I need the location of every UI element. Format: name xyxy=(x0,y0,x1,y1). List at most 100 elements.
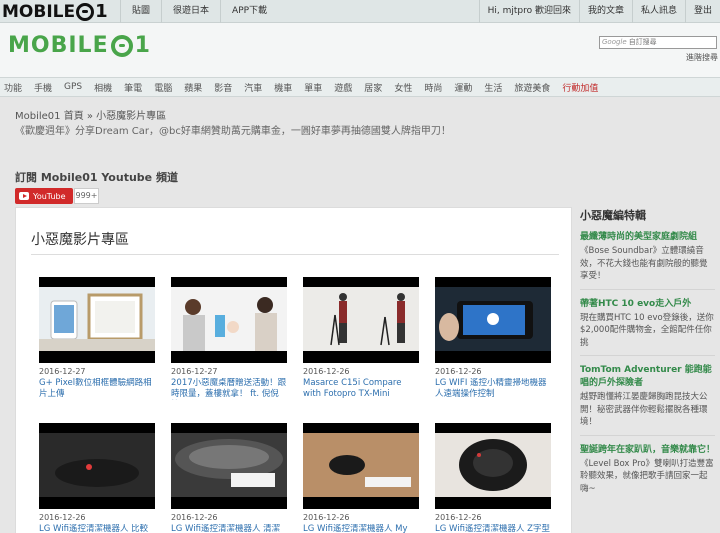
video-thumbnail[interactable] xyxy=(303,277,419,363)
video-thumbnail[interactable] xyxy=(435,423,551,509)
video-title[interactable]: LG Wifi遙控清潔機器人 比較不 xyxy=(39,524,155,533)
robot-vacuum-floor-thumbnail xyxy=(303,433,419,497)
top-nav-photos[interactable]: 貼圖 xyxy=(120,0,161,23)
user-greeting[interactable]: Hi, mjtpro 歡迎回來 xyxy=(478,0,579,23)
cat-av[interactable]: 影音 xyxy=(214,81,232,94)
video-card[interactable]: 2016-12-26 LG Wifi遙控清潔機器人 比較不 xyxy=(39,423,155,533)
feature-description: 《Level Box Pro》雙喇叭打造豐富聆聽效果，就像把歌手請回家一起嗨~ xyxy=(580,458,714,494)
search-input[interactable]: Google 自訂搜尋 xyxy=(599,36,717,49)
logo-one: 1 xyxy=(134,33,151,58)
video-date: 2016-12-26 xyxy=(435,367,482,376)
youtube-subscribe-title: 訂閱 Mobile01 Youtube 頻道 xyxy=(15,171,178,184)
video-title[interactable]: G+ Pixel數位相框體驗網路相片上傳 xyxy=(39,378,155,400)
youtube-play-icon xyxy=(19,192,29,200)
youtube-subscribe-button[interactable]: YouTube xyxy=(15,188,73,204)
video-card[interactable]: 2016-12-27 G+ Pixel數位相框體驗網路相片上傳 xyxy=(39,277,155,400)
sidebar-feature-item[interactable]: TomTom Adventurer 能跑能唱的戶外探險者 越野跑懂將江晏慶歸胸跑… xyxy=(580,364,715,436)
cat-women[interactable]: 女性 xyxy=(394,81,412,94)
feature-headline[interactable]: 最纖薄時尚的美型家庭劇院組 xyxy=(580,231,715,244)
video-title[interactable]: Masarce C15i Compare with Fotopro TX-Min… xyxy=(303,378,419,400)
video-card[interactable]: 2016-12-26 LG Wifi遙控清潔機器人 Z字型 xyxy=(435,423,551,533)
models-thumbnail xyxy=(171,287,287,351)
cat-travel-food[interactable]: 旅遊美食 xyxy=(514,81,550,94)
cat-life[interactable]: 生活 xyxy=(484,81,502,94)
cat-fashion[interactable]: 時尚 xyxy=(424,81,442,94)
cat-bikes[interactable]: 單車 xyxy=(304,81,322,94)
video-thumbnail[interactable] xyxy=(39,423,155,509)
video-date: 2016-12-26 xyxy=(303,367,350,376)
logout-link[interactable]: 登出 xyxy=(684,0,720,23)
sidebar-feature-item[interactable]: 最纖薄時尚的美型家庭劇院組 《Bose Soundbar》立體環繞音效，不花大錢… xyxy=(580,231,715,290)
google-brand: Google xyxy=(602,38,627,46)
sidebar-divider xyxy=(580,434,715,436)
top-nav-japan[interactable]: 很遊日本 xyxy=(161,0,220,23)
sidebar-feature-item[interactable]: 聖誕跨年在家趴趴，音樂就靠它！ 《Level Box Pro》雙喇叭打造豐富聆聽… xyxy=(580,444,715,496)
video-card[interactable]: 2016-12-26 LG Wifi遙控清潔機器人 清潔沙 xyxy=(171,423,287,533)
promo-announcement[interactable]: 《歡慶週年》分享Dream Car，@bc好車網贊助萬元購車金，一圓好車夢再抽德… xyxy=(15,125,475,139)
mini-logo-text: MOBILE xyxy=(2,1,76,22)
sidebar-divider xyxy=(580,355,715,356)
cat-laptops[interactable]: 筆電 xyxy=(124,81,142,94)
cat-sports[interactable]: 運動 xyxy=(454,81,472,94)
cat-computers[interactable]: 電腦 xyxy=(154,81,172,94)
video-thumbnail[interactable] xyxy=(171,423,287,509)
cat-gps[interactable]: GPS xyxy=(64,82,82,92)
top-bar: MOBILE 1 貼圖 很遊日本 APP下載 Hi, mjtpro 歡迎回來 我的… xyxy=(0,0,720,23)
robot-vacuum-dark-thumbnail xyxy=(39,433,155,497)
cat-cameras[interactable]: 相機 xyxy=(94,81,112,94)
feature-description: 《Bose Soundbar》立體環繞音效，不花大錢也能有劇院般的聽覺享受！ xyxy=(580,246,708,281)
video-card[interactable]: 2016-12-26 LG Wifi遙控清潔機器人 My xyxy=(303,423,419,533)
mini-logo-one: 1 xyxy=(95,1,108,22)
video-date: 2016-12-26 xyxy=(303,513,350,522)
cat-home[interactable]: 居家 xyxy=(364,81,382,94)
video-date: 2016-12-26 xyxy=(435,513,482,522)
site-header: MOBILE 1 Google 自訂搜尋 進階搜尋 xyxy=(0,23,720,77)
phone-app-thumbnail xyxy=(435,287,551,351)
my-posts-link[interactable]: 我的文章 xyxy=(578,0,632,23)
video-thumbnail[interactable] xyxy=(435,277,551,363)
robot-vacuum-top-thumbnail xyxy=(435,433,551,497)
video-title[interactable]: LG Wifi遙控清潔機器人 My xyxy=(303,524,419,533)
video-card[interactable]: 2016-12-27 2017小惡魔桌曆贈送活動！跟時限量，蓋樓就拿！ ft. … xyxy=(171,277,287,400)
cat-games[interactable]: 遊戲 xyxy=(334,81,352,94)
logo-zero-icon xyxy=(110,34,133,57)
cat-phones[interactable]: 手機 xyxy=(34,81,52,94)
advanced-search-link[interactable]: 進階搜尋 xyxy=(686,52,718,63)
video-card[interactable]: 2016-12-26 LG WIFI 遙控小精靈掃地機器人遠端操作控制 xyxy=(435,277,551,400)
mobile01-logo[interactable]: MOBILE 1 xyxy=(8,33,151,58)
cat-features[interactable]: 功能 xyxy=(4,81,22,94)
video-title[interactable]: LG Wifi遙控清潔機器人 Z字型 xyxy=(435,524,551,533)
video-title[interactable]: 2017小惡魔桌曆贈送活動！跟時限量，蓋樓就拿！ ft. 倪倪怡君 xyxy=(171,378,287,400)
sidebar-title: 小惡魔編特輯 xyxy=(580,209,646,222)
search-placeholder: 自訂搜尋 xyxy=(628,38,657,46)
video-title[interactable]: LG WIFI 遙控小精靈掃地機器人遠端操作控制 xyxy=(435,378,551,400)
cat-motorcycles[interactable]: 機車 xyxy=(274,81,292,94)
youtube-subscriber-count: 999+ xyxy=(74,188,99,204)
feature-headline[interactable]: TomTom Adventurer 能跑能唱的戶外探險者 xyxy=(580,364,715,390)
top-nav-left: 貼圖 很遊日本 APP下載 xyxy=(120,0,278,23)
top-nav-right: Hi, mjtpro 歡迎回來 我的文章 私人訊息 登出 xyxy=(478,0,720,23)
private-messages-link[interactable]: 私人訊息 xyxy=(631,0,685,23)
video-thumbnail[interactable] xyxy=(39,277,155,363)
video-card[interactable]: 2016-12-26 Masarce C15i Compare with Fot… xyxy=(303,277,419,400)
video-date: 2016-12-27 xyxy=(39,367,86,376)
section-divider xyxy=(31,254,559,255)
video-thumbnail[interactable] xyxy=(303,423,419,509)
main-area: Mobile01 首頁 » 小惡魔影片專區 《歡慶週年》分享Dream Car，… xyxy=(0,98,720,533)
top-nav-app-download[interactable]: APP下載 xyxy=(220,0,278,23)
feature-description: 越野跑懂將江晏慶歸胸跑昆技大公開！秘密武器伴你輕鬆擺脫各種環境！ xyxy=(580,392,708,427)
feature-headline[interactable]: 聖誕跨年在家趴趴，音樂就靠它！ xyxy=(580,444,715,457)
mobile01-mini-logo[interactable]: MOBILE 1 xyxy=(2,0,108,23)
category-nav: 功能 手機 GPS 相機 筆電 電腦 蘋果 影音 汽車 機車 單車 遊戲 居家 … xyxy=(0,77,720,97)
sidebar-feature-item[interactable]: 帶著HTC 10 evo走入戶外 現在購買HTC 10 evo登錄後，送你$2,… xyxy=(580,298,715,356)
video-title[interactable]: LG Wifi遙控清潔機器人 清潔沙 xyxy=(171,524,287,533)
feature-description: 現在購買HTC 10 evo登錄後，送你$2,000配件購物金，全館配件任你挑 xyxy=(580,312,714,348)
youtube-button-label: YouTube xyxy=(33,191,66,201)
cat-cars[interactable]: 汽車 xyxy=(244,81,262,94)
feature-headline[interactable]: 帶著HTC 10 evo走入戶外 xyxy=(580,298,715,311)
cat-mobile-value-added[interactable]: 行動加值 xyxy=(562,81,598,94)
video-thumbnail[interactable] xyxy=(171,277,287,363)
sidebar-divider xyxy=(580,288,715,290)
breadcrumb[interactable]: Mobile01 首頁 » 小惡魔影片專區 xyxy=(15,107,166,122)
cat-apple[interactable]: 蘋果 xyxy=(184,81,202,94)
